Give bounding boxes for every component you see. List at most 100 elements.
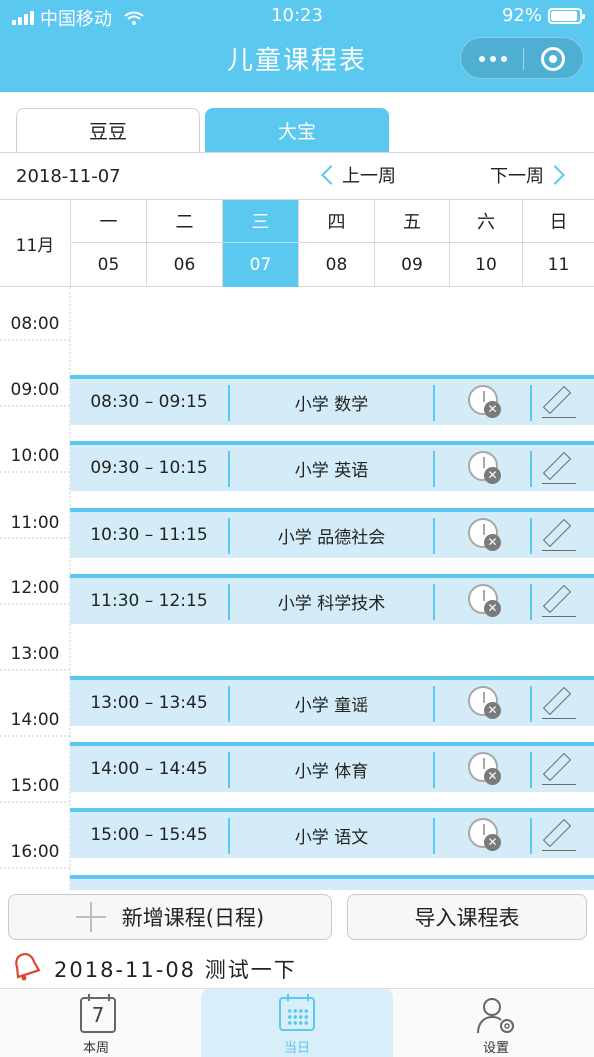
tab-settings-label: 设置	[482, 1041, 509, 1056]
user-settings-icon	[477, 998, 514, 1034]
day-cell[interactable]: 日 11	[523, 200, 594, 287]
prev-week-button[interactable]: 上一周	[318, 162, 396, 188]
plus-icon	[75, 902, 106, 932]
course-time: 09:30 – 10:15	[90, 458, 208, 478]
delete-clock-icon[interactable]: ✕	[468, 385, 501, 418]
hour-label: 15:00	[10, 776, 60, 796]
course-name: 小学 童谣	[294, 695, 369, 716]
week-nav: 2018-11-07 上一周 下一周	[0, 152, 594, 200]
weekday-label: 六	[450, 200, 522, 243]
weekday-label: 三	[223, 200, 298, 243]
edit-icon[interactable]	[540, 582, 580, 620]
day-cell[interactable]: 一 05	[71, 200, 147, 287]
date-label: 10	[475, 255, 497, 275]
course-name: 小学 科学技术	[277, 593, 386, 614]
tab-this-week-label: 本周	[82, 1041, 109, 1056]
prev-week-label: 上一周	[342, 166, 396, 187]
edit-icon[interactable]	[540, 449, 580, 487]
reminder-text: 2018-11-08 测试一下	[54, 958, 297, 982]
day-cell-selected[interactable]: 三 07	[223, 200, 299, 287]
day-cell[interactable]: 二 06	[147, 200, 223, 287]
course-time: 13:00 – 13:45	[90, 693, 208, 713]
course-card-partial[interactable]	[70, 875, 594, 890]
bottom-tab-bar: 7 本周 当日 设置	[0, 988, 594, 1057]
calendar-grid-icon	[279, 994, 315, 1031]
app-header: 中国移动 10:23 92% 儿童课程表	[0, 0, 594, 92]
hour-label: 10:00	[10, 446, 60, 466]
child-tabs: 豆豆 大宝	[0, 92, 594, 152]
course-card[interactable]: 14:00 – 14:45 小学 体育 ✕	[70, 742, 594, 792]
hour-label: 09:00	[10, 380, 60, 400]
course-time: 11:30 – 12:15	[90, 591, 208, 611]
delete-clock-icon[interactable]: ✕	[468, 818, 501, 851]
battery-percent: 92%	[501, 5, 542, 26]
course-time: 08:30 – 09:15	[90, 392, 208, 412]
chevron-left-icon	[321, 165, 341, 185]
date-label: 11	[547, 255, 570, 275]
hour-label: 14:00	[10, 710, 60, 730]
tab-today[interactable]: 当日	[201, 989, 393, 1057]
course-name: 小学 品德社会	[277, 527, 386, 548]
battery-icon	[548, 7, 585, 24]
delete-clock-icon[interactable]: ✕	[468, 451, 501, 484]
next-week-label: 下一周	[490, 166, 544, 187]
edit-icon[interactable]	[540, 383, 580, 421]
month-label: 11月	[0, 200, 71, 287]
import-schedule-label: 导入课程表	[414, 906, 520, 930]
delete-clock-icon[interactable]: ✕	[468, 518, 501, 551]
weekday-label: 一	[71, 200, 146, 243]
calendar-7-icon: 7	[80, 994, 116, 1033]
delete-clock-icon[interactable]: ✕	[468, 584, 501, 617]
course-time: 10:30 – 11:15	[90, 525, 208, 545]
add-course-label: 新增课程(日程)	[121, 906, 265, 930]
weekday-label: 五	[375, 200, 449, 243]
more-icon[interactable]	[477, 49, 509, 69]
course-card[interactable]: 10:30 – 11:15 小学 品德社会 ✕	[70, 508, 594, 558]
course-card[interactable]: 15:00 – 15:45 小学 语文 ✕	[70, 808, 594, 858]
edit-icon[interactable]	[540, 750, 580, 788]
delete-clock-icon[interactable]: ✕	[468, 752, 501, 785]
course-card[interactable]: 08:30 – 09:15 小学 数学 ✕	[70, 375, 594, 425]
course-time: 14:00 – 14:45	[90, 759, 208, 779]
close-target-icon[interactable]	[541, 47, 565, 71]
hour-label: 12:00	[10, 578, 60, 598]
day-cell[interactable]: 六 10	[450, 200, 523, 287]
date-label: 06	[173, 255, 196, 275]
hour-label: 08:00	[10, 314, 60, 334]
course-name: 小学 语文	[294, 827, 369, 848]
tab-child-1[interactable]: 豆豆	[16, 108, 200, 152]
tab-this-week[interactable]: 7 本周	[0, 989, 192, 1057]
day-cell[interactable]: 五 09	[375, 200, 450, 287]
bell-icon	[15, 953, 41, 981]
course-name: 小学 英语	[294, 460, 369, 481]
course-time: 15:00 – 15:45	[90, 825, 208, 845]
next-week-button[interactable]: 下一周	[490, 162, 568, 188]
course-card[interactable]: 11:30 – 12:15 小学 科学技术 ✕	[70, 574, 594, 624]
delete-clock-icon[interactable]: ✕	[468, 686, 501, 719]
weekday-label: 日	[523, 200, 594, 243]
action-bar: 新增课程(日程) 导入课程表	[0, 890, 594, 946]
reminder-row[interactable]: 2018-11-08 测试一下	[0, 946, 594, 988]
tab-today-label: 当日	[283, 1041, 310, 1056]
edit-icon[interactable]	[540, 516, 580, 554]
edit-icon[interactable]	[540, 684, 580, 722]
day-timeline[interactable]: 08:00 09:00 10:00 11:00 12:00 13:00 14:0…	[0, 287, 594, 890]
hour-label: 13:00	[10, 644, 60, 664]
tab-child-2[interactable]: 大宝	[205, 108, 389, 152]
add-course-button[interactable]: 新增课程(日程)	[8, 894, 332, 940]
date-label: 07	[249, 255, 272, 275]
weekday-label: 四	[299, 200, 374, 243]
import-schedule-button[interactable]: 导入课程表	[347, 894, 587, 940]
course-name: 小学 数学	[294, 394, 369, 415]
tab-settings[interactable]: 设置	[400, 989, 592, 1057]
hour-label: 16:00	[10, 842, 60, 862]
day-cell[interactable]: 四 08	[299, 200, 375, 287]
course-card[interactable]: 13:00 – 13:45 小学 童谣 ✕	[70, 676, 594, 726]
course-card[interactable]: 09:30 – 10:15 小学 英语 ✕	[70, 441, 594, 491]
date-label: 09	[401, 255, 423, 275]
hour-label: 11:00	[10, 513, 60, 533]
status-bar: 中国移动 10:23 92%	[0, 0, 594, 32]
edit-icon[interactable]	[540, 816, 580, 854]
current-date: 2018-11-07	[16, 166, 121, 187]
date-label: 05	[97, 255, 120, 275]
